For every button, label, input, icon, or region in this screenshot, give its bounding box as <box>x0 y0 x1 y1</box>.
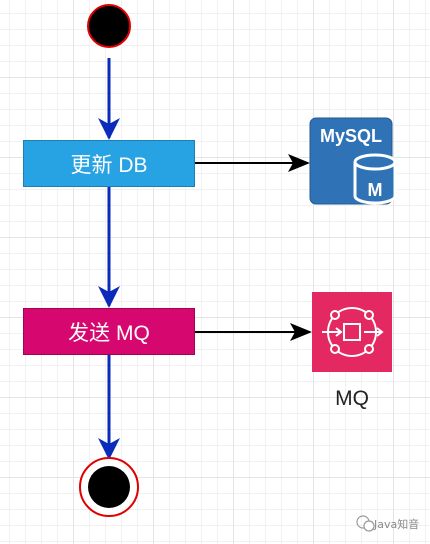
update-db-node: 更新 DB <box>23 140 195 187</box>
mysql-icon-text: MySQL <box>320 126 382 146</box>
database-cylinder-icon: M <box>353 153 397 205</box>
watermark: Java知音 <box>374 516 419 532</box>
send-mq-node: 发送 MQ <box>23 308 195 355</box>
update-db-label: 更新 DB <box>70 153 148 177</box>
send-mq-label: 发送 MQ <box>68 321 150 345</box>
start-node <box>87 4 131 48</box>
end-node-core <box>88 466 130 508</box>
mq-service-icon <box>312 292 392 372</box>
mq-caption: MQ <box>335 387 369 410</box>
diagram-canvas: MySQL M <box>79 4 397 532</box>
mysql-database-icon: MySQL M <box>309 117 397 205</box>
wechat-icon <box>356 515 375 532</box>
watermark-text: Java知音 <box>374 518 420 531</box>
mysql-badge-text: M <box>368 180 383 200</box>
